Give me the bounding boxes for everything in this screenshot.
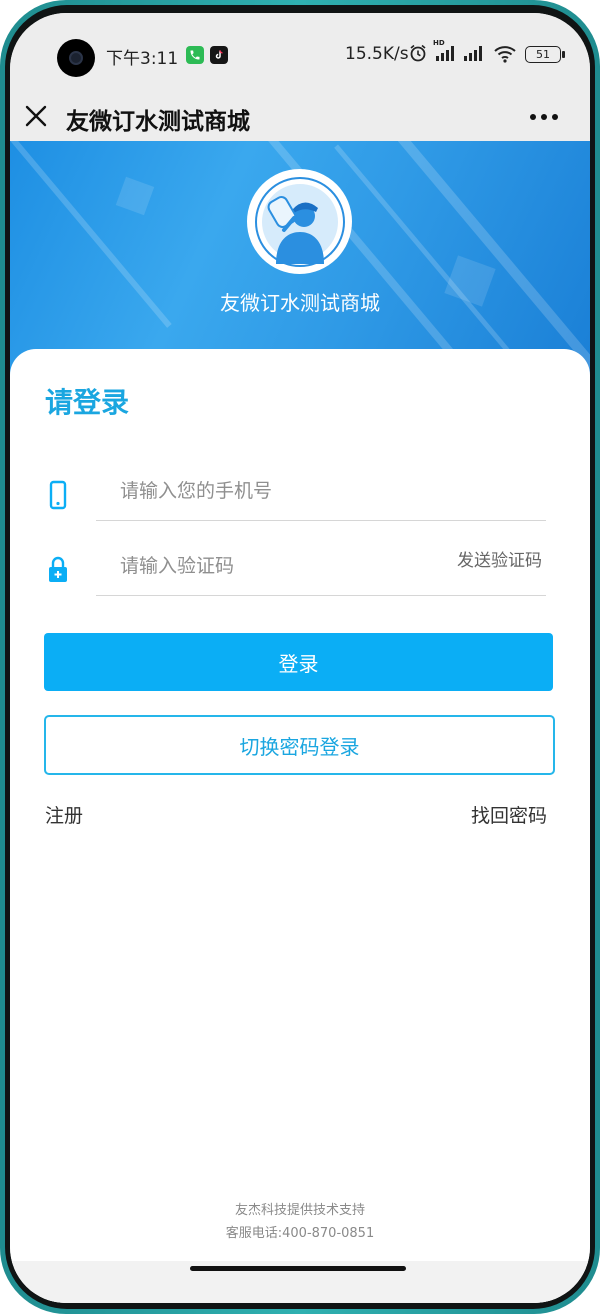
home-indicator[interactable] [190, 1266, 406, 1271]
login-card: 请登录 发送验证码 登录 切换密码登录 注册 找回密码 友杰科技提供技术支持 客… [10, 349, 590, 1303]
front-camera [57, 39, 95, 77]
screen: 下午3:11 15.5K/s HD 51 友微订水测试商城 友微订水测试商城 请… [10, 13, 590, 1303]
battery-icon: 51 [525, 46, 561, 63]
battery-level: 51 [536, 48, 550, 61]
power-button [596, 470, 600, 540]
banner-decoration [385, 141, 590, 381]
volume-button [596, 255, 600, 325]
hotline-text: 客服电话:400-870-0851 [225, 1226, 375, 1241]
signal-hd-icon: HD [433, 39, 457, 63]
phone-app-icon [186, 46, 204, 64]
tiktok-app-icon [210, 46, 228, 64]
forgot-password-link[interactable]: 找回密码 [471, 801, 547, 828]
lock-icon [49, 556, 67, 582]
wifi-icon [494, 46, 516, 63]
shop-name: 友微订水测试商城 [220, 291, 380, 315]
water-delivery-man-icon [247, 169, 352, 274]
status-bar: 下午3:11 15.5K/s HD 51 [10, 13, 590, 91]
battery-tip [562, 51, 565, 58]
send-code-button[interactable]: 发送验证码 [457, 546, 542, 571]
network-speed: 15.5K/s [345, 44, 409, 64]
status-time: 下午3:11 [106, 49, 179, 69]
more-dots-icon[interactable] [530, 105, 568, 129]
phone-icon [49, 480, 67, 510]
banner-decoration [115, 176, 155, 216]
phone-input[interactable] [96, 461, 546, 521]
phone-frame: 下午3:11 15.5K/s HD 51 友微订水测试商城 友微订水测试商城 请… [0, 0, 600, 1314]
alarm-icon [410, 44, 426, 62]
close-icon[interactable] [24, 104, 48, 128]
login-button[interactable]: 登录 [44, 633, 553, 691]
switch-password-login-button[interactable]: 切换密码登录 [44, 715, 555, 775]
nav-bar: 友微订水测试商城 [10, 91, 590, 141]
hero-banner: 友微订水测试商城 [10, 141, 590, 381]
register-link[interactable]: 注册 [45, 801, 83, 828]
page-title: 友微订水测试商城 [66, 109, 250, 135]
signal-icon [464, 46, 482, 61]
login-heading: 请登录 [45, 386, 130, 419]
support-text: 友杰科技提供技术支持 [234, 1203, 365, 1218]
